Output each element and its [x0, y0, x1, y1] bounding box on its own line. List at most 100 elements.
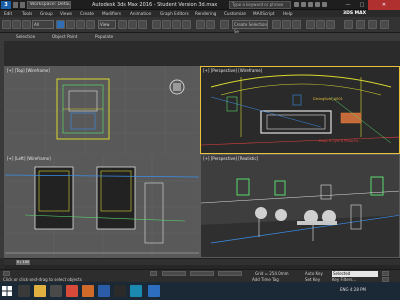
- rendered-frame-window-icon[interactable]: [316, 20, 325, 29]
- render-setup-icon[interactable]: [306, 20, 315, 29]
- selection-filter-dropdown[interactable]: All: [32, 20, 54, 29]
- play-icon[interactable]: [382, 271, 389, 276]
- render-production-icon[interactable]: [326, 20, 335, 29]
- move-icon[interactable]: [86, 20, 95, 29]
- viewport-perspective-wireframe[interactable]: [+] [Perspective] [Wireframe] DiningSofa…: [200, 66, 400, 154]
- auto-key-button[interactable]: Auto Key: [305, 271, 327, 276]
- menu-animation[interactable]: Animation: [130, 10, 151, 17]
- windows-start-icon[interactable]: [2, 286, 12, 296]
- reference-coordinate-dropdown[interactable]: View: [98, 20, 116, 29]
- main-toolbar: All View Create Selection Se: [0, 17, 400, 34]
- undo-icon[interactable]: [2, 20, 11, 29]
- angle-snap-icon[interactable]: [162, 20, 171, 29]
- system-tray[interactable]: ENG 4:28 PM: [340, 287, 398, 295]
- grid-readout: Grid = 254.0mm: [255, 271, 289, 276]
- curve-editor-icon[interactable]: [272, 20, 281, 29]
- menu-edit[interactable]: Edit: [4, 10, 12, 17]
- object-info-label: Polys: 8 Gym & Pillow Rt...: [319, 139, 361, 143]
- menu-maxscript[interactable]: MAXScript: [253, 10, 275, 17]
- exchange-icon[interactable]: [315, 2, 320, 7]
- maximize-button[interactable]: □: [356, 1, 368, 9]
- command-panel-create-icon[interactable]: [344, 20, 353, 29]
- title-icons-group: [294, 2, 338, 8]
- help-icon[interactable]: [322, 2, 327, 7]
- pivot-icon[interactable]: [118, 20, 127, 29]
- x-coordinate-field[interactable]: [162, 271, 186, 276]
- command-panel-modify-icon[interactable]: [356, 20, 365, 29]
- os-taskbar: ENG 4:28 PM: [0, 282, 400, 300]
- menu-help[interactable]: Help: [283, 10, 293, 17]
- 3ds-max-active-icon[interactable]: [148, 285, 160, 297]
- account-icon[interactable]: [308, 2, 313, 7]
- viewport-left[interactable]: [+] [Left] [Wireframe]: [4, 154, 200, 258]
- file-explorer-icon[interactable]: [34, 285, 46, 297]
- menu-tools[interactable]: Tools: [22, 10, 32, 17]
- title-bar: 3 Workspace: Default Autodesk 3ds Max 20…: [0, 0, 400, 10]
- store-icon[interactable]: [50, 285, 62, 297]
- menu-bar: Edit Tools Group Views Create Modifiers …: [0, 10, 400, 17]
- ribbon-tabs: Selection Object Paint Populate: [0, 33, 400, 41]
- viewport-label[interactable]: [+] [Perspective] [Wireframe]: [203, 68, 262, 73]
- app-brand-label: 3DS MAX: [343, 11, 367, 16]
- menu-views[interactable]: Views: [60, 10, 72, 17]
- firefox-icon[interactable]: [82, 285, 94, 297]
- minimize-button[interactable]: —: [342, 1, 354, 9]
- menu-modifiers[interactable]: Modifiers: [102, 10, 121, 17]
- tab-populate[interactable]: Populate: [95, 33, 113, 41]
- menu-group[interactable]: Group: [40, 10, 53, 17]
- align-icon[interactable]: [206, 20, 215, 29]
- close-button[interactable]: ✕: [368, 0, 400, 10]
- viewport-perspective-canvas: [201, 74, 399, 146]
- viewport-label[interactable]: [+] [Top] [Wireframe]: [7, 68, 50, 73]
- y-coordinate-field[interactable]: [190, 271, 214, 276]
- save-file-icon[interactable]: [20, 2, 25, 8]
- open-file-icon[interactable]: [13, 2, 18, 8]
- window-title: Autodesk 3ds Max 2016 - Student Version …: [92, 2, 218, 8]
- viewport-label[interactable]: [+] [Perspective] [Realistic]: [203, 156, 258, 161]
- redo-icon[interactable]: [12, 20, 21, 29]
- menu-graph-editors[interactable]: Graph Editors: [160, 10, 189, 17]
- named-selection-dropdown[interactable]: Create Selection Se: [232, 20, 268, 34]
- menu-create[interactable]: Create: [80, 10, 94, 17]
- select-by-name-icon[interactable]: [66, 20, 75, 29]
- percent-snap-icon[interactable]: [172, 20, 181, 29]
- z-coordinate-field[interactable]: [218, 271, 242, 276]
- search-input[interactable]: Type a keyword or phrase: [229, 1, 291, 9]
- workspace-dropdown[interactable]: Workspace: Default: [27, 1, 71, 9]
- tab-object-paint[interactable]: Object Paint: [52, 33, 77, 41]
- app-logo[interactable]: 3: [1, 1, 11, 9]
- snaps-icon[interactable]: [152, 20, 161, 29]
- task-view-icon[interactable]: [18, 285, 30, 297]
- schematic-view-icon[interactable]: [282, 20, 291, 29]
- rectangle-selection-icon[interactable]: [76, 20, 85, 29]
- command-panel-motion-icon[interactable]: [380, 20, 389, 29]
- status-bar: Click or click-and-drag to select object…: [0, 269, 400, 282]
- command-panel-hierarchy-icon[interactable]: [368, 20, 377, 29]
- time-slider[interactable]: 0 / 100: [4, 258, 400, 265]
- maxscript-listener-icon[interactable]: [3, 271, 10, 276]
- viewport-label[interactable]: [+] [Left] [Wireframe]: [7, 156, 51, 161]
- viewport-perspective-realistic[interactable]: [+] [Perspective] [Realistic]: [200, 154, 400, 258]
- binoculars-icon[interactable]: [294, 2, 299, 7]
- layer-explorer-icon[interactable]: [220, 20, 229, 29]
- link-icon[interactable]: [22, 20, 31, 29]
- 3ds-max-taskbar-icon[interactable]: [130, 285, 142, 297]
- word-icon[interactable]: [98, 285, 110, 297]
- spinner-snap-icon[interactable]: [182, 20, 191, 29]
- mirror-icon[interactable]: [196, 20, 205, 29]
- select-object-icon[interactable]: [56, 20, 65, 29]
- material-editor-icon[interactable]: [292, 20, 301, 29]
- object-label: DiningSofa_A001: [313, 97, 343, 101]
- lock-selection-icon[interactable]: [150, 271, 157, 276]
- chrome-icon[interactable]: [66, 285, 78, 297]
- rotate-icon[interactable]: [128, 20, 137, 29]
- app-icon[interactable]: [114, 285, 126, 297]
- viewport-left-canvas: [5, 155, 199, 257]
- tab-selection[interactable]: Selection: [16, 33, 35, 41]
- scale-icon[interactable]: [138, 20, 147, 29]
- viewport-realistic-canvas: [201, 176, 399, 257]
- menu-customize[interactable]: Customize: [224, 10, 246, 17]
- menu-rendering[interactable]: Rendering: [195, 10, 216, 17]
- star-icon[interactable]: [301, 2, 306, 7]
- viewport-top[interactable]: [+] [Top] [Wireframe]: [4, 66, 200, 154]
